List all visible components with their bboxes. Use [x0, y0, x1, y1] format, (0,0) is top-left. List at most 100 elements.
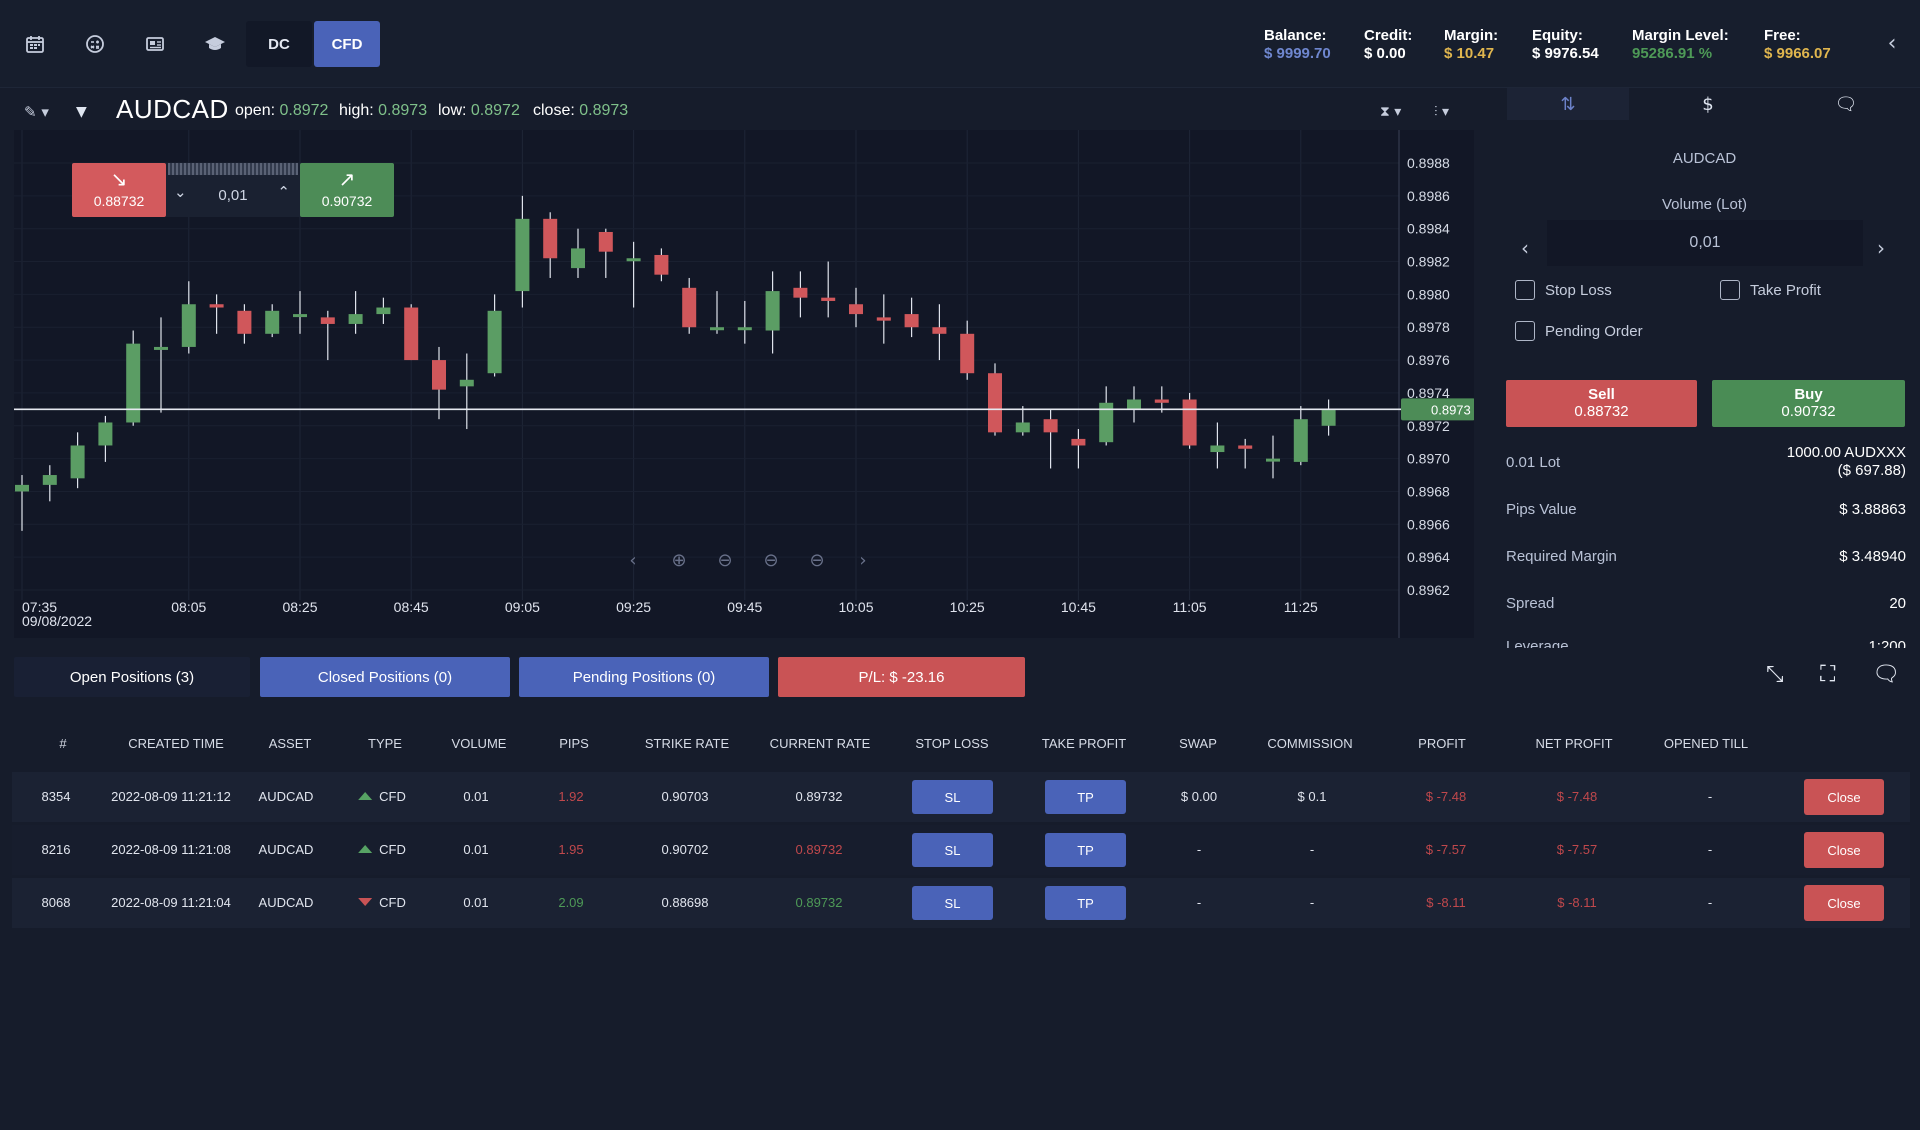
spread-row: Spread 20 [1506, 595, 1906, 615]
candle-body [1266, 458, 1280, 462]
collapse-panel-icon[interactable]: ‹ [1880, 30, 1904, 56]
fullscreen-icon[interactable]: ⛶ [1820, 662, 1835, 692]
stop-loss-button[interactable]: SL [912, 780, 993, 814]
margin-level-value: 95286.91 % [1632, 45, 1713, 62]
profit: $ -8.11 [1426, 895, 1466, 910]
x-tick-label: 08:25 [282, 599, 317, 615]
timeframe-icon[interactable]: ⧗ ▾ [1380, 98, 1401, 126]
candle-body [654, 254, 669, 275]
chat-icon[interactable]: 🗨 [1785, 88, 1907, 120]
open-label: open: [235, 102, 276, 119]
profit: $ -7.48 [1425, 789, 1467, 804]
y-tick-label: 0.8970 [1407, 451, 1450, 467]
quick-buy-button[interactable]: ↗ 0.90732 [300, 163, 394, 217]
x-tick-label: 11:25 [1284, 599, 1318, 615]
stop-loss-checkbox[interactable]: Stop Loss [1515, 280, 1612, 300]
leverage-row: Leverage 1:200 [1506, 638, 1906, 648]
news-icon[interactable] [141, 30, 169, 58]
x-tick-label: 10:25 [950, 599, 985, 615]
stop-loss-button[interactable]: SL [912, 833, 993, 867]
close-position-button[interactable]: Close [1804, 885, 1884, 921]
buy-price: 0.90732 [1781, 403, 1836, 420]
chat-icon[interactable]: 🗨 [1872, 662, 1900, 692]
candle-body [1238, 445, 1253, 449]
calculator-icon[interactable] [81, 30, 109, 58]
pending-order-checkbox[interactable]: Pending Order [1515, 321, 1643, 341]
current-rate: 0.89732 [795, 842, 843, 857]
free-stat: Free: $ 9966.07 [1764, 27, 1831, 63]
checkbox-box[interactable] [1515, 321, 1535, 341]
scroll-right-icon[interactable]: › [850, 550, 876, 574]
scroll-left-icon[interactable]: ‹ [620, 550, 646, 574]
quick-sell-button[interactable]: ↘ 0.88732 [72, 163, 166, 217]
volume-increase-icon[interactable]: ⌃ [277, 183, 290, 201]
stop-loss-button[interactable]: SL [912, 886, 993, 920]
candle-body [849, 304, 863, 315]
exchange-icon[interactable]: ⇅ [1507, 88, 1629, 120]
checkbox-box[interactable] [1720, 280, 1740, 300]
checkbox-box[interactable] [1515, 280, 1535, 300]
calendar-icon[interactable] [21, 30, 49, 58]
balance-label: Balance: [1264, 27, 1327, 44]
candle-body [988, 373, 1002, 433]
sell-button[interactable]: Sell 0.88732 [1506, 380, 1697, 427]
candle-body [42, 475, 57, 485]
y-tick-label: 0.8984 [1407, 221, 1450, 237]
tab-pending-positions[interactable]: Pending Positions (0) [519, 657, 769, 697]
close-position-button[interactable]: Close [1804, 832, 1884, 868]
dollar-icon[interactable]: $ [1647, 88, 1769, 120]
col-take-profit: TAKE PROFIT [1041, 736, 1127, 751]
required-margin-label: Required Margin [1506, 548, 1617, 565]
education-icon[interactable] [201, 30, 229, 58]
y-tick-label: 0.8964 [1407, 549, 1450, 565]
tab-cfd[interactable]: CFD [314, 21, 380, 67]
x-tick-label: 08:05 [171, 599, 206, 615]
buy-direction-icon [358, 845, 373, 853]
buy-button[interactable]: Buy 0.90732 [1712, 380, 1905, 427]
candle-body [237, 310, 252, 334]
take-profit-checkbox[interactable]: Take Profit [1720, 280, 1821, 300]
minimize-icon[interactable]: ⤡ [1766, 662, 1784, 692]
tab-dc[interactable]: DC [246, 21, 312, 67]
close-label: close: [533, 102, 575, 119]
zoom-fit-icon[interactable]: ⊖ [804, 550, 830, 574]
drawing-tools-icon[interactable]: ✎ ▾ [24, 98, 64, 126]
candle-body [598, 231, 613, 252]
low-value: 0.8972 [470, 102, 520, 119]
candle-body [904, 314, 919, 328]
strike-rate: 0.90703 [661, 789, 709, 804]
zoom-reset-icon[interactable]: ⊖ [758, 550, 784, 574]
volume: 0.01 [463, 895, 489, 910]
volume-increase-icon[interactable]: › [1877, 236, 1885, 260]
take-profit-button[interactable]: TP [1045, 886, 1126, 920]
y-tick-label: 0.8988 [1407, 155, 1450, 171]
zoom-out-icon[interactable]: ⊖ [712, 550, 738, 574]
volume-input[interactable] [1547, 220, 1863, 266]
take-profit-button[interactable]: TP [1045, 833, 1126, 867]
stop-loss-label: Stop Loss [1545, 281, 1612, 299]
candle-body [126, 343, 141, 423]
close-position-button[interactable]: Close [1804, 779, 1884, 815]
symbol-dropdown-icon[interactable]: ▼ [76, 98, 102, 126]
buy-direction-icon [358, 792, 373, 800]
volume-decrease-icon[interactable]: ‹ [1521, 236, 1529, 260]
ohlc-high: high: 0.8973 [339, 102, 427, 120]
tab-open-positions[interactable]: Open Positions (3) [14, 657, 250, 697]
type: CFD [358, 842, 406, 857]
created-time: 2022-08-09 11:21:12 [111, 789, 231, 804]
x-tick-label: 09:45 [727, 599, 762, 615]
candle-body [876, 317, 891, 321]
candle-body [1293, 419, 1308, 462]
high-value: 0.8973 [378, 102, 428, 119]
tab-closed-positions[interactable]: Closed Positions (0) [260, 657, 510, 697]
order-panel: ⇅ $ 🗨 AUDCAD Volume (Lot) ‹ › Stop Loss … [1497, 88, 1920, 648]
x-tick-label: 11:05 [1173, 599, 1207, 615]
price-chart[interactable]: 0.8988 0.8986 0.8984 0.8982 0.8980 0.8978 0.89… [14, 130, 1474, 638]
take-profit-button[interactable]: TP [1045, 780, 1126, 814]
ohlc-low: low: 0.8972 [438, 102, 520, 120]
balance-stat: Balance: $ 9999.70 [1264, 27, 1331, 63]
chart-type-icon[interactable]: ⫶ ▾ [1434, 98, 1449, 126]
candle-body [932, 327, 947, 334]
col-created-time: CREATED TIME [128, 736, 224, 751]
zoom-in-icon[interactable]: ⊕ [666, 550, 692, 574]
